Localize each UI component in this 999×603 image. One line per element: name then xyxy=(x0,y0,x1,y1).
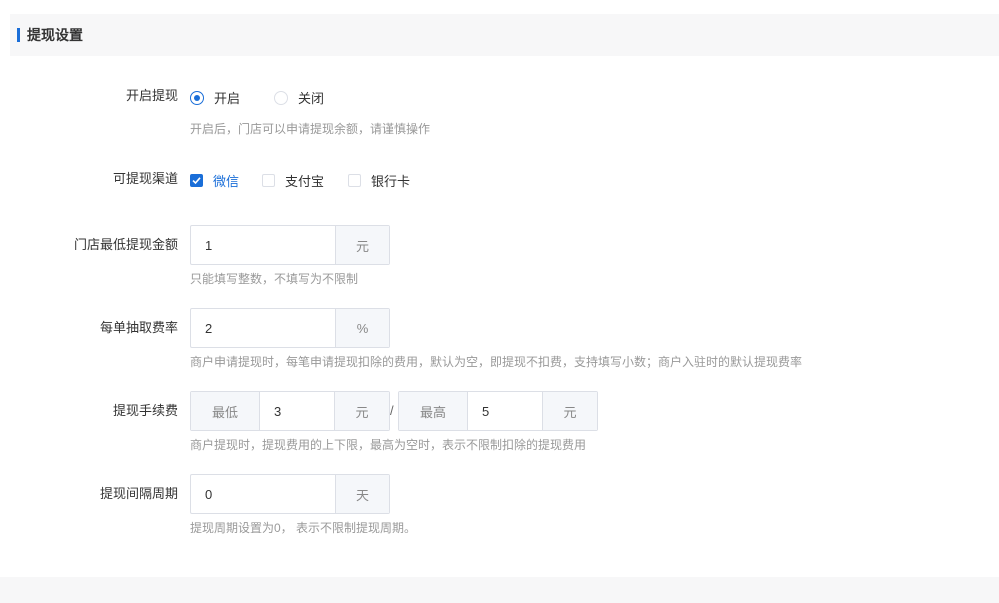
fee-max-prefix: 最高 xyxy=(399,392,468,430)
channel-wechat-label: 微信 xyxy=(213,174,240,189)
fee-max-unit: 元 xyxy=(542,392,597,430)
channel-wechat-checkbox[interactable]: 微信 xyxy=(190,171,239,190)
min-amount-unit: 元 xyxy=(335,226,389,264)
channel-bankcard-checkbox[interactable]: 银行卡 xyxy=(348,171,410,190)
section-title: 提现设置 xyxy=(27,27,83,43)
min-amount-field: 元 xyxy=(190,225,390,265)
enable-off-label: 关闭 xyxy=(298,91,325,106)
channels-label: 可提现渠道 xyxy=(112,171,178,186)
fee-label: 提现手续费 xyxy=(112,403,178,418)
enable-off-radio[interactable]: 关闭 xyxy=(274,88,324,107)
section-accent-bar xyxy=(17,28,20,42)
fee-max-input[interactable] xyxy=(468,392,542,430)
footer-bar xyxy=(0,577,999,603)
fee-min-prefix: 最低 xyxy=(191,392,260,430)
radio-checked-icon xyxy=(190,90,204,105)
interval-hint: 提现周期设置为0， 表示不限制提现周期。 xyxy=(190,521,417,535)
fee-hint: 商户提现时，提现费用的上下限，最高为空时，表示不限制扣除的提现费用 xyxy=(190,438,587,452)
fee-min-unit: 元 xyxy=(334,392,389,430)
fee-rate-input[interactable] xyxy=(191,309,335,347)
interval-field: 天 xyxy=(190,474,390,514)
channel-bankcard-label: 银行卡 xyxy=(371,174,411,189)
enable-label: 开启提现 xyxy=(125,88,178,103)
fee-min-field: 最低 元 xyxy=(190,391,390,431)
fee-rate-hint: 商户申请提现时，每笔申请提现扣除的费用，默认为空，即提现不扣费，支持填写小数；商… xyxy=(190,355,803,369)
enable-on-label: 开启 xyxy=(214,91,241,106)
enable-hint: 开启后，门店可以申请提现余额，请谨慎操作 xyxy=(190,122,431,136)
fee-min-input[interactable] xyxy=(260,392,334,430)
fee-max-field: 最高 元 xyxy=(398,391,598,431)
min-amount-hint: 只能填写整数，不填写为不限制 xyxy=(190,272,359,286)
checkbox-checked-icon xyxy=(190,174,203,187)
fee-rate-unit: % xyxy=(335,309,389,347)
min-amount-input[interactable] xyxy=(191,226,335,264)
channel-alipay-label: 支付宝 xyxy=(285,174,325,189)
interval-label: 提现间隔周期 xyxy=(99,486,178,501)
checkbox-unchecked-icon xyxy=(262,174,275,187)
min-amount-label: 门店最低提现金额 xyxy=(73,237,178,252)
section-header: 提现设置 xyxy=(10,14,999,56)
interval-input[interactable] xyxy=(191,475,335,513)
fee-rate-field: % xyxy=(190,308,390,348)
channel-alipay-checkbox[interactable]: 支付宝 xyxy=(262,171,324,190)
fee-separator: / xyxy=(390,403,394,418)
radio-unchecked-icon xyxy=(274,90,288,105)
enable-on-radio[interactable]: 开启 xyxy=(190,88,240,107)
fee-rate-label: 每单抽取费率 xyxy=(99,320,178,335)
checkbox-unchecked-icon xyxy=(348,174,361,187)
interval-unit: 天 xyxy=(335,475,389,513)
